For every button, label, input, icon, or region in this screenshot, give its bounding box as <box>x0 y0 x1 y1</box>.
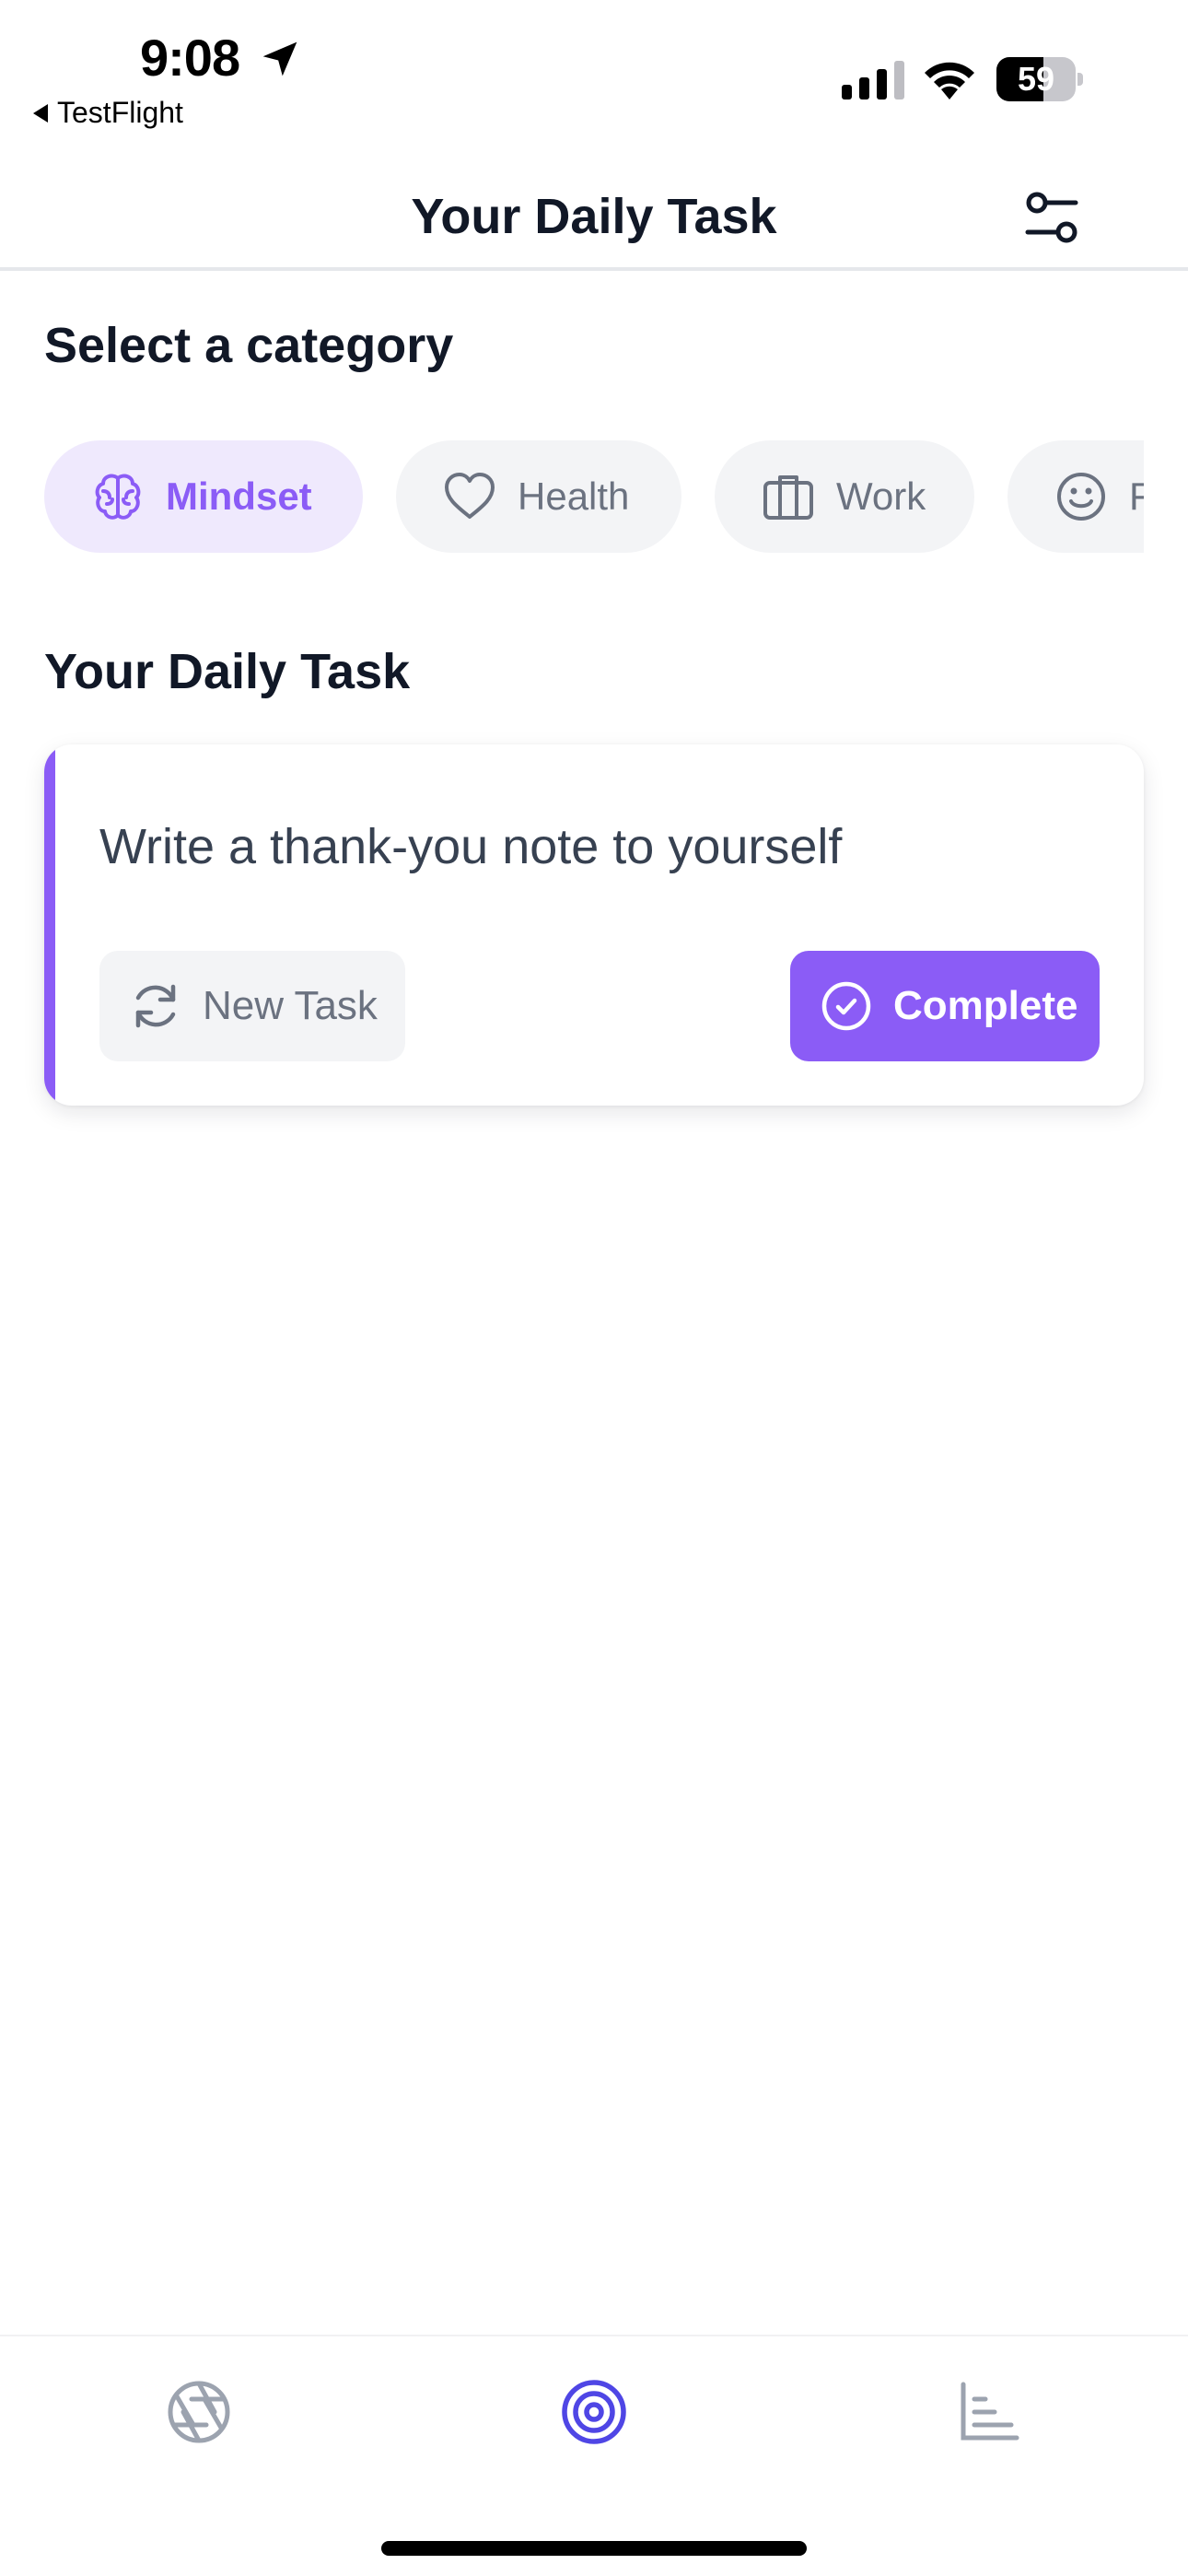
bar-chart-icon <box>961 2382 1019 2441</box>
tab-stats[interactable] <box>934 2357 1044 2467</box>
app-header: Your Daily Task <box>0 147 1188 271</box>
new-task-button[interactable]: New Task <box>99 951 405 1061</box>
cellular-signal-icon <box>842 61 904 100</box>
battery-indicator: 59 <box>996 57 1083 101</box>
category-section-title: Select a category <box>44 318 454 373</box>
refresh-icon <box>135 984 176 1028</box>
complete-label: Complete <box>893 983 1078 1028</box>
back-triangle-icon <box>33 103 48 123</box>
new-task-label: New Task <box>203 983 378 1028</box>
back-app-label: TestFlight <box>57 96 183 129</box>
battery-percent: 59 <box>1017 60 1055 98</box>
category-chip-work[interactable]: Work <box>715 440 974 553</box>
category-chips: Mindset Health Work F <box>44 440 1144 553</box>
task-text: Write a thank-you note to yourself <box>99 819 843 874</box>
target-icon <box>562 2380 626 2444</box>
category-chip-mindset[interactable]: Mindset <box>44 440 363 553</box>
category-chip-health[interactable]: Health <box>396 440 681 553</box>
category-label-partial: F <box>1129 474 1144 518</box>
daily-task-section-title: Your Daily Task <box>44 644 411 699</box>
aperture-icon <box>168 2381 230 2443</box>
home-indicator <box>381 2541 807 2556</box>
page-title: Your Daily Task <box>411 189 777 244</box>
daily-task-card: Write a thank-you note to yourself New T… <box>44 744 1144 1106</box>
briefcase-icon <box>763 475 813 520</box>
brain-icon <box>95 474 141 520</box>
location-arrow-icon <box>262 41 297 76</box>
bottom-tab-bar <box>0 2335 1188 2576</box>
status-bar: 9:08 TestFlight 59 <box>0 0 1188 138</box>
tab-daily-task[interactable] <box>539 2357 649 2467</box>
category-chip-partial[interactable]: F <box>1007 440 1144 553</box>
wifi-icon <box>925 62 974 100</box>
category-label-work: Work <box>836 474 926 518</box>
heart-icon <box>445 473 495 519</box>
check-circle-icon <box>821 981 871 1031</box>
category-label-health: Health <box>518 474 630 518</box>
status-time: 9:08 <box>140 29 240 87</box>
task-accent-bar <box>44 744 55 1106</box>
smile-icon <box>1057 473 1105 521</box>
tab-explore[interactable] <box>144 2357 254 2467</box>
complete-button[interactable]: Complete <box>790 951 1100 1061</box>
back-to-app-link[interactable]: TestFlight <box>33 96 183 130</box>
category-label-mindset: Mindset <box>166 474 312 518</box>
sliders-icon[interactable] <box>1020 186 1085 251</box>
